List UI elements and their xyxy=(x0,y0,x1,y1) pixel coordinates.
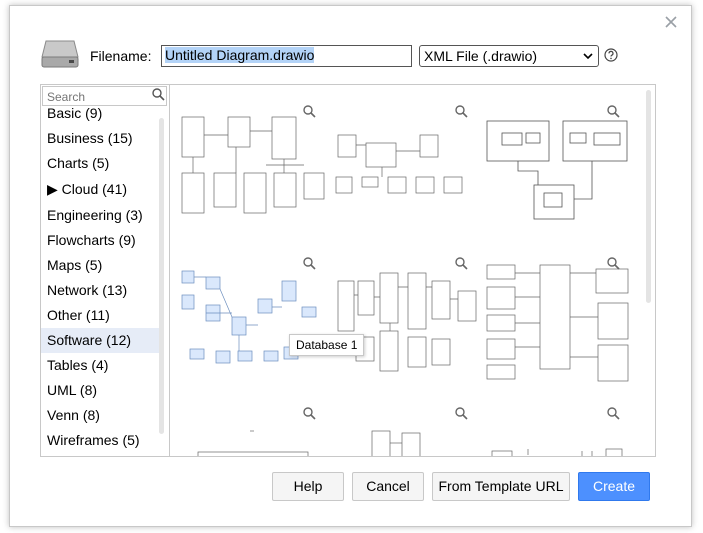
magnifier-icon[interactable] xyxy=(303,105,316,118)
template-thumbnail[interactable] xyxy=(332,247,482,393)
chevron-down-icon xyxy=(583,53,593,60)
template-grid xyxy=(170,85,655,456)
help-button[interactable]: Help xyxy=(272,472,344,501)
magnifier-icon[interactable] xyxy=(303,407,316,420)
from-template-url-button[interactable]: From Template URL xyxy=(432,472,570,501)
category-item-maps[interactable]: Maps (5) xyxy=(41,253,159,278)
category-item-business[interactable]: Business (15) xyxy=(41,126,159,151)
file-format-select[interactable]: XML File (.drawio) xyxy=(419,45,599,67)
file-format-value: XML File (.drawio) xyxy=(424,48,538,64)
category-list: Basic (9) Business (15) Charts (5) ▶ Clo… xyxy=(41,101,159,453)
template-tooltip: Database 1 xyxy=(289,334,365,356)
category-item-charts[interactable]: Charts (5) xyxy=(41,151,159,176)
template-thumbnail[interactable] xyxy=(332,399,482,456)
sidebar-scrollbar[interactable] xyxy=(159,118,164,434)
hard-drive-icon xyxy=(41,40,79,68)
magnifier-icon[interactable] xyxy=(455,105,468,118)
magnifier-icon[interactable] xyxy=(607,257,620,270)
category-item-wireframes[interactable]: Wireframes (5) xyxy=(41,428,159,453)
filename-label: Filename: xyxy=(90,48,152,64)
help-circle-icon[interactable] xyxy=(604,48,618,62)
category-item-flowcharts[interactable]: Flowcharts (9) xyxy=(41,228,159,253)
magnifier-icon[interactable] xyxy=(455,257,468,270)
category-item-software[interactable]: Software (12) xyxy=(41,328,159,353)
category-item-tables[interactable]: Tables (4) xyxy=(41,353,159,378)
template-thumbnail[interactable] xyxy=(176,247,326,393)
filename-input[interactable]: Untitled Diagram.drawio xyxy=(161,45,412,67)
close-icon[interactable] xyxy=(663,14,679,30)
filename-value: Untitled Diagram.drawio xyxy=(165,47,315,63)
category-item-engineering[interactable]: Engineering (3) xyxy=(41,203,159,228)
magnifier-icon[interactable] xyxy=(303,257,316,270)
template-panel: Basic (9) Business (15) Charts (5) ▶ Clo… xyxy=(40,84,656,457)
template-thumbnail[interactable] xyxy=(482,399,632,456)
search-icon[interactable] xyxy=(152,88,165,101)
template-thumbnail[interactable] xyxy=(176,95,326,241)
category-item-uml[interactable]: UML (8) xyxy=(41,378,159,403)
magnifier-icon[interactable] xyxy=(607,105,620,118)
magnifier-icon[interactable] xyxy=(455,407,468,420)
search-input[interactable]: Search xyxy=(42,86,167,106)
cancel-button[interactable]: Cancel xyxy=(352,472,424,501)
category-item-venn[interactable]: Venn (8) xyxy=(41,403,159,428)
category-item-cloud[interactable]: ▶ Cloud (41) xyxy=(41,176,159,203)
template-grid-scrollbar[interactable] xyxy=(646,90,651,303)
category-item-network[interactable]: Network (13) xyxy=(41,278,159,303)
category-sidebar: Basic (9) Business (15) Charts (5) ▶ Clo… xyxy=(41,85,170,456)
category-item-other[interactable]: Other (11) xyxy=(41,303,159,328)
template-thumbnail[interactable] xyxy=(482,247,632,393)
template-thumbnail[interactable] xyxy=(176,399,326,456)
template-thumbnail[interactable] xyxy=(482,95,632,241)
create-button[interactable]: Create xyxy=(578,472,650,501)
magnifier-icon[interactable] xyxy=(607,407,620,420)
template-thumbnail[interactable] xyxy=(332,95,482,241)
